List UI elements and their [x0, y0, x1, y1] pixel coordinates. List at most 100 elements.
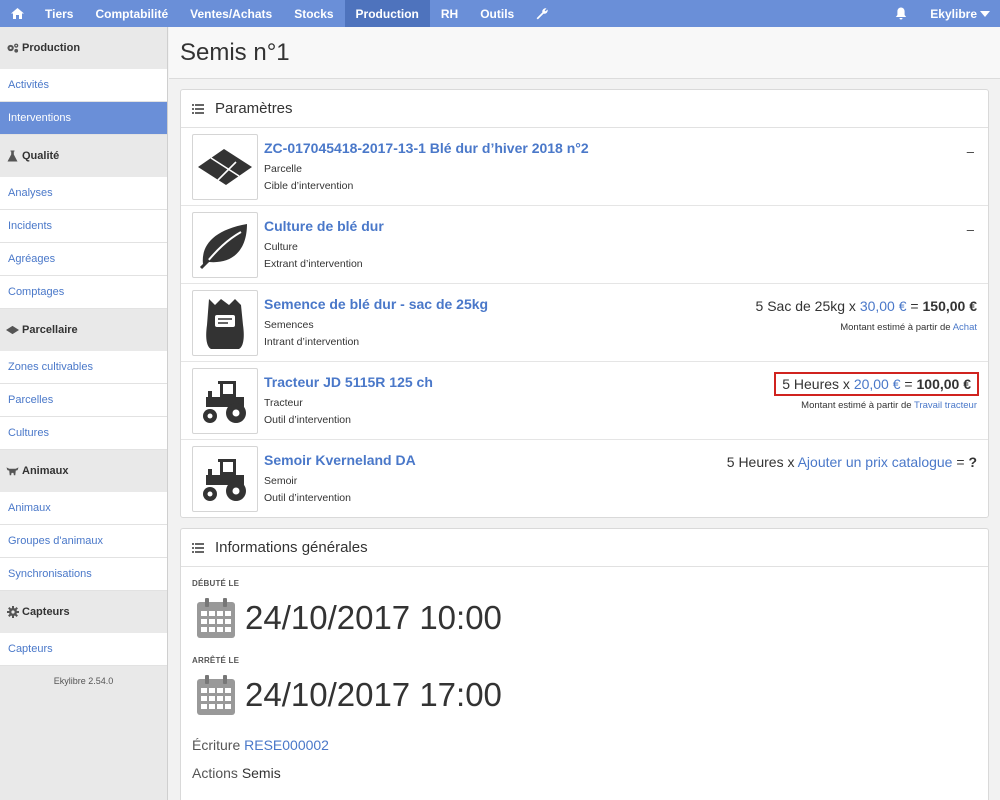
stopped-date: 24/10/2017 17:00 [245, 676, 502, 713]
parameter-type: Culture [264, 241, 298, 253]
bell-icon [896, 7, 907, 20]
sidebar-section-capteurs: Capteurs [0, 591, 167, 633]
main-content: Semis n°1 Paramètres ZC-017045418-2017-1… [169, 27, 1000, 800]
parameter-role: Extrant d’intervention [264, 258, 363, 270]
actions-line: Actions Semis [192, 765, 281, 781]
land-plot-icon [6, 324, 19, 337]
unit-price-link[interactable]: 20,00 € [854, 376, 901, 392]
sidebar-item-animaux[interactable]: Animaux [0, 492, 167, 525]
parameter-role: Intrant d’intervention [264, 336, 360, 348]
parameter-type: Semences [264, 319, 314, 331]
parameter-type: Parcelle [264, 163, 302, 175]
sidebar: Production Activités Interventions Quali… [0, 27, 168, 800]
general-info-body: Débuté le 24/10/2017 10:00 Arrêté le 24/… [181, 567, 988, 781]
page-header: Semis n°1 [169, 27, 1000, 79]
tractor-icon [203, 459, 246, 501]
parameter-cost: 5 Heures x Ajouter un prix catalogue = ? [726, 454, 977, 470]
settings-button[interactable] [525, 0, 559, 27]
user-menu[interactable]: Ekylibre [918, 0, 1000, 27]
calendar-icon [197, 598, 235, 638]
leaf-icon [199, 224, 247, 270]
cost-estimate-note: Montant estimé à partir de Achat [840, 322, 977, 333]
nav-tiers[interactable]: Tiers [34, 0, 84, 27]
parameter-empty-value: – [966, 144, 974, 159]
parameter-row-seeder: Semoir Kverneland DA Semoir Outil d’inte… [181, 440, 988, 518]
parameters-panel-header: Paramètres [181, 90, 988, 128]
sidebar-item-interventions[interactable]: Interventions [0, 102, 167, 135]
parameter-cost: 5 Sac de 25kg x 30,00 € = 150,00 € [755, 298, 978, 314]
parameters-panel-title: Paramètres [215, 100, 293, 117]
cost-source-link[interactable]: Achat [953, 322, 977, 333]
app-version: Ekylibre 2.54.0 [53, 676, 114, 686]
seed-bag-icon [206, 299, 244, 349]
cow-icon [6, 465, 19, 478]
general-info-panel-header: Informations générales [181, 529, 988, 567]
nav-comptabilite[interactable]: Comptabilité [84, 0, 179, 27]
parameter-role: Cible d’intervention [264, 180, 354, 192]
general-info-panel: Informations générales Débuté le 24/10/2… [180, 528, 989, 800]
parameter-name-link[interactable]: Semence de blé dur - sac de 25kg [264, 296, 488, 312]
notifications-button[interactable] [884, 0, 918, 27]
parameter-name-link[interactable]: Tracteur JD 5115R 125 ch [264, 374, 433, 390]
nav-stocks[interactable]: Stocks [283, 0, 344, 27]
flask-icon [6, 150, 19, 163]
user-name: Ekylibre [930, 6, 977, 21]
sidebar-item-zones-cultivables[interactable]: Zones cultivables [0, 351, 167, 384]
cost-total: 150,00 € [922, 298, 978, 314]
page-title: Semis n°1 [180, 38, 290, 66]
journal-entry-line: Écriture RESE000002 [192, 737, 329, 753]
sidebar-item-agreages[interactable]: Agréages [0, 243, 167, 276]
general-info-panel-title: Informations générales [215, 539, 368, 556]
cost-total: ? [968, 454, 977, 470]
sidebar-item-groupes-animaux[interactable]: Groupes d'animaux [0, 525, 167, 558]
nav-production[interactable]: Production [344, 0, 430, 27]
home-button[interactable] [0, 0, 34, 27]
parameter-empty-value: – [966, 222, 974, 237]
sidebar-item-capteurs[interactable]: Capteurs [0, 633, 167, 666]
sidebar-item-analyses[interactable]: Analyses [0, 177, 167, 210]
started-date: 24/10/2017 10:00 [245, 599, 502, 636]
gear-icon [6, 606, 19, 619]
nav-outils[interactable]: Outils [469, 0, 525, 27]
parameter-role: Outil d’intervention [264, 414, 351, 426]
parameter-role: Outil d’intervention [264, 492, 351, 504]
sidebar-item-activites[interactable]: Activités [0, 69, 167, 102]
parameter-row-culture: Culture de blé dur Culture Extrant d’int… [181, 206, 988, 284]
tractor-icon [203, 381, 246, 423]
parameter-name-link[interactable]: ZC-017045418-2017-13-1 Blé dur d’hiver 2… [264, 140, 589, 156]
sidebar-item-comptages[interactable]: Comptages [0, 276, 167, 309]
sidebar-section-parcellaire: Parcellaire [0, 309, 167, 351]
tractor-thumbnail [192, 368, 258, 434]
caret-down-icon [980, 10, 990, 17]
list-icon [192, 103, 204, 114]
parameters-panel: Paramètres ZC-017045418-2017-13-1 Blé du… [180, 89, 989, 518]
sidebar-item-incidents[interactable]: Incidents [0, 210, 167, 243]
sidebar-item-cultures[interactable]: Cultures [0, 417, 167, 450]
nav-ventes-achats[interactable]: Ventes/Achats [179, 0, 283, 27]
nav-rh[interactable]: RH [430, 0, 469, 27]
sidebar-item-parcelles[interactable]: Parcelles [0, 384, 167, 417]
list-icon [192, 542, 204, 553]
parameter-row-parcel: ZC-017045418-2017-13-1 Blé dur d’hiver 2… [181, 128, 988, 206]
wrench-icon [536, 7, 548, 19]
parameter-type: Semoir [264, 475, 298, 487]
unit-price-link[interactable]: 30,00 € [860, 298, 907, 314]
parameter-name-link[interactable]: Culture de blé dur [264, 218, 384, 234]
stopped-label: Arrêté le [192, 656, 240, 665]
add-catalog-price-link[interactable]: Ajouter un prix catalogue [798, 454, 953, 470]
home-icon [11, 8, 24, 19]
gears-icon [6, 42, 19, 55]
calendar-icon [197, 675, 235, 715]
sidebar-section-production: Production [0, 27, 167, 69]
cost-source-link[interactable]: Travail tracteur [914, 400, 977, 411]
parameter-row-tractor: Tracteur JD 5115R 125 ch Tracteur Outil … [181, 362, 988, 440]
culture-thumbnail [192, 212, 258, 278]
parameter-type: Tracteur [264, 397, 303, 409]
sidebar-item-synchronisations[interactable]: Synchronisations [0, 558, 167, 591]
actions-value: Semis [241, 765, 281, 781]
started-date-row: 24/10/2017 10:00 [192, 594, 988, 642]
journal-entry-link[interactable]: RESE000002 [244, 737, 329, 753]
seeder-thumbnail [192, 446, 258, 512]
parameter-name-link[interactable]: Semoir Kverneland DA [264, 452, 416, 468]
sidebar-section-animaux: Animaux [0, 450, 167, 492]
